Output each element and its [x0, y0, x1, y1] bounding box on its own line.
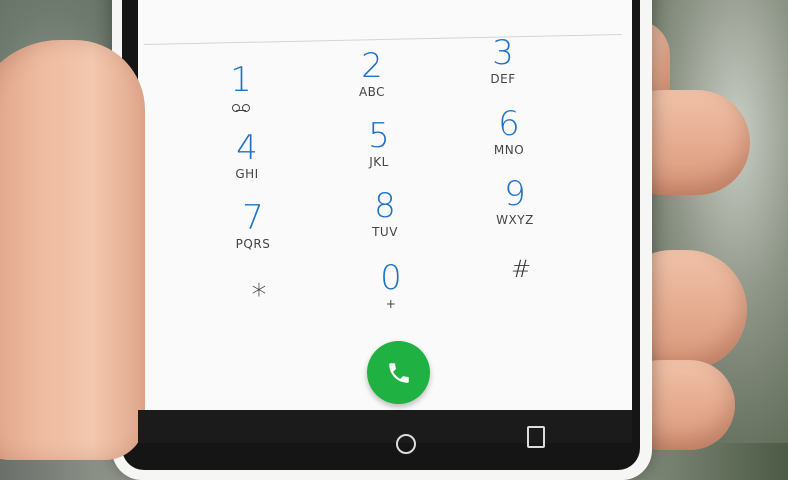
key-letters: DEF [490, 72, 516, 86]
call-button[interactable] [367, 341, 430, 404]
key-digit: 7 [242, 198, 264, 238]
recent-apps-icon[interactable] [527, 426, 545, 448]
key-letters: WXYZ [496, 213, 534, 227]
dialpad-key-7[interactable]: 7 PQRS [208, 200, 298, 260]
dialpad-key-4[interactable]: 4 GHI [202, 130, 292, 190]
dialpad-key-star[interactable]: * [214, 276, 304, 336]
dialpad-key-3[interactable]: 3 DEF [458, 35, 548, 95]
dialpad-key-2[interactable]: 2 ABC [327, 48, 417, 108]
key-letters: JKL [369, 155, 389, 169]
key-digit: 8 [374, 186, 396, 226]
dialpad-key-6[interactable]: 6 MNO [464, 106, 554, 166]
key-digit: 1 [230, 60, 252, 100]
home-circle-icon[interactable] [396, 434, 416, 454]
dialpad-key-1[interactable]: 1 [196, 62, 286, 122]
key-digit: 0 [380, 258, 402, 298]
dialpad-key-8[interactable]: 8 TUV [340, 188, 430, 248]
key-letters: MNO [493, 143, 525, 157]
key-digit: 3 [492, 33, 514, 73]
key-digit: 6 [498, 104, 520, 144]
key-digit: * [251, 278, 267, 313]
key-letters: PQRS [235, 237, 271, 251]
key-digit: 5 [368, 116, 390, 156]
dialpad-key-hash[interactable]: # [476, 254, 566, 314]
key-letters: GHI [235, 167, 259, 181]
key-digit: 2 [361, 46, 383, 86]
key-letters: ABC [358, 85, 386, 99]
key-letters: TUV [372, 225, 398, 239]
key-letters: + [385, 297, 397, 311]
navigation-bar [138, 410, 632, 443]
dialpad-key-9[interactable]: 9 WXYZ [470, 176, 560, 236]
voicemail-icon [232, 104, 250, 112]
thumb [0, 40, 145, 460]
key-digit: # [510, 255, 532, 283]
dialpad-key-0[interactable]: 0 + [346, 260, 436, 320]
key-digit: 9 [504, 174, 526, 214]
key-digit: 4 [236, 128, 258, 168]
dialpad-key-5[interactable]: 5 JKL [334, 118, 424, 178]
phone-icon [388, 362, 409, 383]
